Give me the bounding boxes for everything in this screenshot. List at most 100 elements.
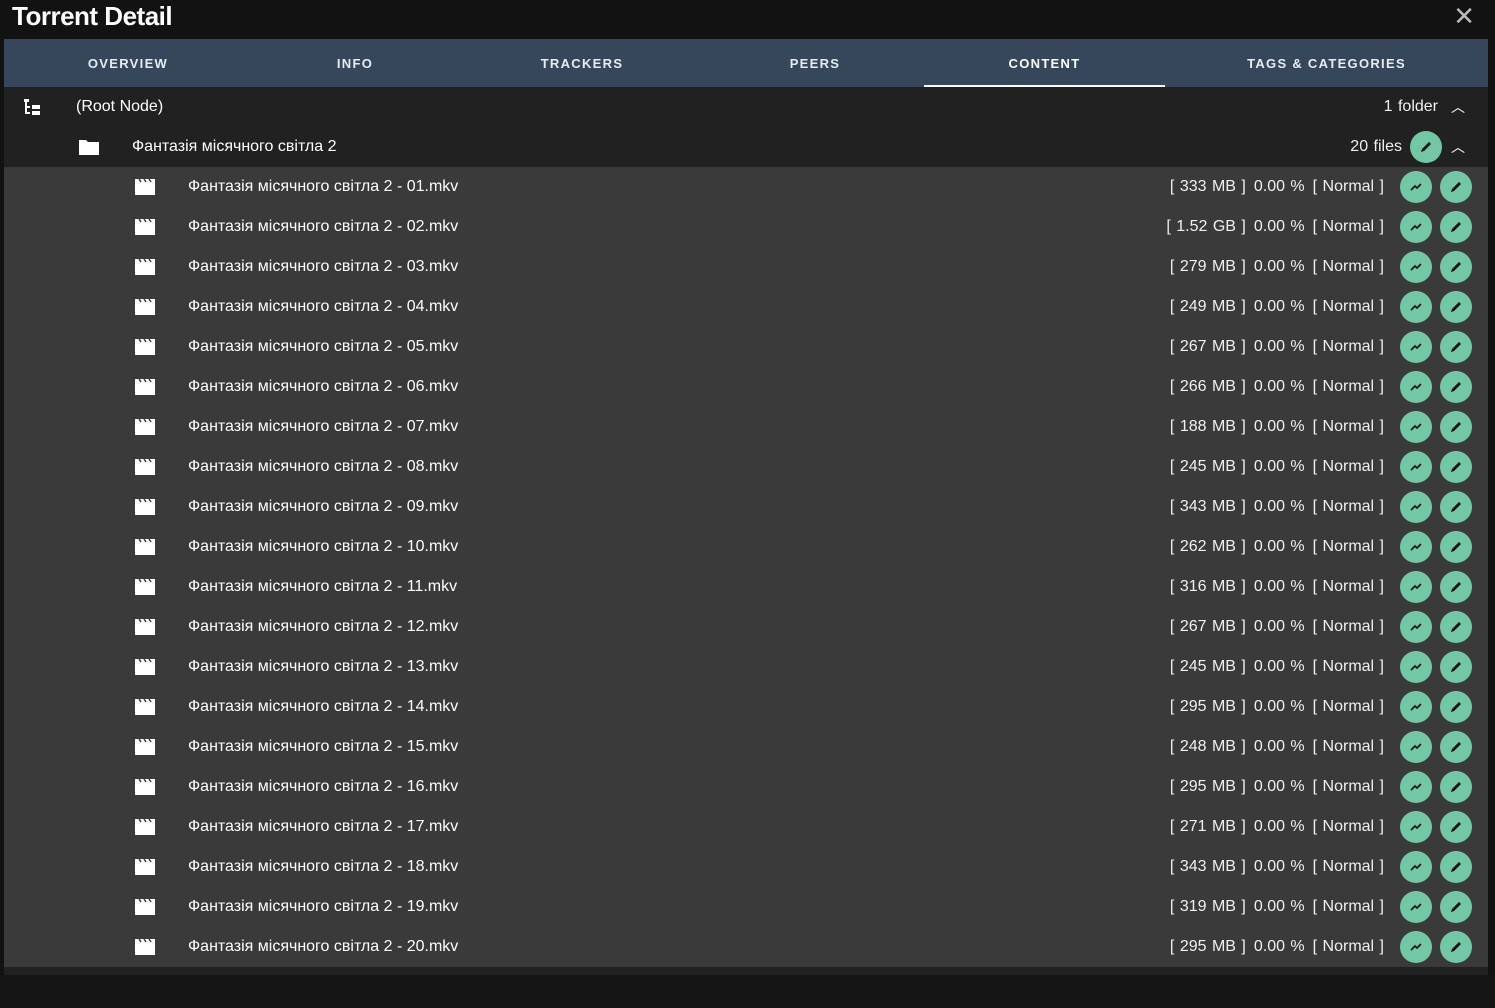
priority-button[interactable] xyxy=(1400,251,1432,283)
file-progress: 0.00 % xyxy=(1253,738,1305,755)
priority-button[interactable] xyxy=(1400,571,1432,603)
priority-button[interactable] xyxy=(1400,531,1432,563)
rename-file-button[interactable] xyxy=(1440,451,1472,483)
file-row[interactable]: Фантазія місячного світла 2 - 06.mkv [ 2… xyxy=(4,367,1488,407)
pencil-icon xyxy=(1451,182,1461,192)
priority-button[interactable] xyxy=(1400,811,1432,843)
trending-up-icon xyxy=(1410,583,1422,591)
folder-row[interactable]: Фантазія місячного світла 2 20 files ︿ xyxy=(4,127,1488,167)
file-size: [ 267 MB ] xyxy=(1169,618,1246,635)
rename-file-button[interactable] xyxy=(1440,771,1472,803)
tab-info[interactable]: INFO xyxy=(252,39,458,87)
file-row[interactable]: Фантазія місячного світла 2 - 11.mkv [ 3… xyxy=(4,567,1488,607)
file-progress: 0.00 % xyxy=(1253,858,1305,875)
rename-file-button[interactable] xyxy=(1440,811,1472,843)
priority-button[interactable] xyxy=(1400,291,1432,323)
priority-button[interactable] xyxy=(1400,451,1432,483)
file-row[interactable]: Фантазія місячного світла 2 - 14.mkv [ 2… xyxy=(4,687,1488,727)
rename-file-button[interactable] xyxy=(1440,651,1472,683)
tab-tags-categories[interactable]: TAGS & CATEGORIES xyxy=(1165,39,1488,87)
file-row[interactable]: Фантазія місячного світла 2 - 19.mkv [ 3… xyxy=(4,887,1488,927)
rename-file-button[interactable] xyxy=(1440,931,1472,963)
rename-file-button[interactable] xyxy=(1440,531,1472,563)
rename-file-button[interactable] xyxy=(1440,571,1472,603)
priority-button[interactable] xyxy=(1400,691,1432,723)
priority-button[interactable] xyxy=(1400,651,1432,683)
file-priority: [ Normal ] xyxy=(1312,218,1384,235)
rename-file-button[interactable] xyxy=(1440,171,1472,203)
file-row[interactable]: Фантазія місячного світла 2 - 01.mkv [ 3… xyxy=(4,167,1488,207)
priority-button[interactable] xyxy=(1400,891,1432,923)
movie-icon xyxy=(134,698,156,721)
trending-up-icon xyxy=(1410,383,1422,391)
folder-file-count: 20 files xyxy=(1350,138,1402,155)
rename-file-button[interactable] xyxy=(1440,691,1472,723)
priority-button[interactable] xyxy=(1400,491,1432,523)
priority-button[interactable] xyxy=(1400,611,1432,643)
rename-file-button[interactable] xyxy=(1440,851,1472,883)
movie-icon xyxy=(134,178,156,201)
chevron-up-icon[interactable]: ︿ xyxy=(1444,97,1472,117)
file-size: [ 295 MB ] xyxy=(1169,698,1246,715)
root-node-row[interactable]: (Root Node) 1 folder ︿ xyxy=(4,87,1488,127)
file-row[interactable]: Фантазія місячного світла 2 - 07.mkv [ 1… xyxy=(4,407,1488,447)
file-priority: [ Normal ] xyxy=(1312,898,1384,915)
file-row[interactable]: Фантазія місячного світла 2 - 04.mkv [ 2… xyxy=(4,287,1488,327)
file-row[interactable]: Фантазія місячного світла 2 - 09.mkv [ 3… xyxy=(4,487,1488,527)
priority-button[interactable] xyxy=(1400,411,1432,443)
priority-button[interactable] xyxy=(1400,171,1432,203)
file-row[interactable]: Фантазія місячного світла 2 - 16.mkv [ 2… xyxy=(4,767,1488,807)
file-row[interactable]: Фантазія місячного світла 2 - 10.mkv [ 2… xyxy=(4,527,1488,567)
file-row[interactable]: Фантазія місячного світла 2 - 15.mkv [ 2… xyxy=(4,727,1488,767)
file-priority: [ Normal ] xyxy=(1312,938,1384,955)
priority-button[interactable] xyxy=(1400,211,1432,243)
priority-button[interactable] xyxy=(1400,771,1432,803)
tab-content[interactable]: CONTENT xyxy=(924,39,1165,87)
rename-file-button[interactable] xyxy=(1440,491,1472,523)
file-row[interactable]: Фантазія місячного світла 2 - 18.mkv [ 3… xyxy=(4,847,1488,887)
file-row[interactable]: Фантазія місячного світла 2 - 17.mkv [ 2… xyxy=(4,807,1488,847)
file-row[interactable]: Фантазія місячного світла 2 - 13.mkv [ 2… xyxy=(4,647,1488,687)
rename-file-button[interactable] xyxy=(1440,891,1472,923)
file-name: Фантазія місячного світла 2 - 10.mkv xyxy=(188,538,459,555)
file-row[interactable]: Фантазія місячного світла 2 - 02.mkv [ 1… xyxy=(4,207,1488,247)
file-row[interactable]: Фантазія місячного світла 2 - 08.mkv [ 2… xyxy=(4,447,1488,487)
file-row[interactable]: Фантазія місячного світла 2 - 05.mkv [ 2… xyxy=(4,327,1488,367)
rename-file-button[interactable] xyxy=(1440,331,1472,363)
rename-file-button[interactable] xyxy=(1440,731,1472,763)
rename-file-button[interactable] xyxy=(1440,371,1472,403)
file-row[interactable]: Фантазія місячного світла 2 - 20.mkv [ 2… xyxy=(4,927,1488,967)
pencil-icon xyxy=(1421,142,1431,152)
file-name: Фантазія місячного світла 2 - 19.mkv xyxy=(188,898,459,915)
trending-up-icon xyxy=(1410,343,1422,351)
priority-button[interactable] xyxy=(1400,731,1432,763)
file-name: Фантазія місячного світла 2 - 07.mkv xyxy=(188,418,459,435)
pencil-icon xyxy=(1451,622,1461,632)
priority-button[interactable] xyxy=(1400,851,1432,883)
rename-file-button[interactable] xyxy=(1440,611,1472,643)
trending-up-icon xyxy=(1410,223,1422,231)
tab-trackers[interactable]: TRACKERS xyxy=(458,39,706,87)
file-name: Фантазія місячного світла 2 - 01.mkv xyxy=(188,178,459,195)
priority-button[interactable] xyxy=(1400,371,1432,403)
file-name: Фантазія місячного світла 2 - 04.mkv xyxy=(188,298,459,315)
file-row[interactable]: Фантазія місячного світла 2 - 12.mkv [ 2… xyxy=(4,607,1488,647)
file-priority: [ Normal ] xyxy=(1312,458,1384,475)
chevron-up-icon[interactable]: ︿ xyxy=(1444,137,1472,157)
file-row[interactable]: Фантазія місячного світла 2 - 03.mkv [ 2… xyxy=(4,247,1488,287)
tab-peers[interactable]: PEERS xyxy=(706,39,924,87)
rename-file-button[interactable] xyxy=(1440,211,1472,243)
file-name: Фантазія місячного світла 2 - 15.mkv xyxy=(188,738,459,755)
close-icon[interactable]: ✕ xyxy=(1453,2,1475,30)
rename-file-button[interactable] xyxy=(1440,291,1472,323)
rename-file-button[interactable] xyxy=(1440,411,1472,443)
tab-overview[interactable]: OVERVIEW xyxy=(4,39,252,87)
rename-file-button[interactable] xyxy=(1440,251,1472,283)
file-name: Фантазія місячного світла 2 - 12.mkv xyxy=(188,618,459,635)
file-size: [ 245 MB ] xyxy=(1169,458,1246,475)
file-name: Фантазія місячного світла 2 - 06.mkv xyxy=(188,378,459,395)
file-name: Фантазія місячного світла 2 - 13.mkv xyxy=(188,658,459,675)
priority-button[interactable] xyxy=(1400,931,1432,963)
priority-button[interactable] xyxy=(1400,331,1432,363)
rename-folder-button[interactable] xyxy=(1410,131,1442,163)
